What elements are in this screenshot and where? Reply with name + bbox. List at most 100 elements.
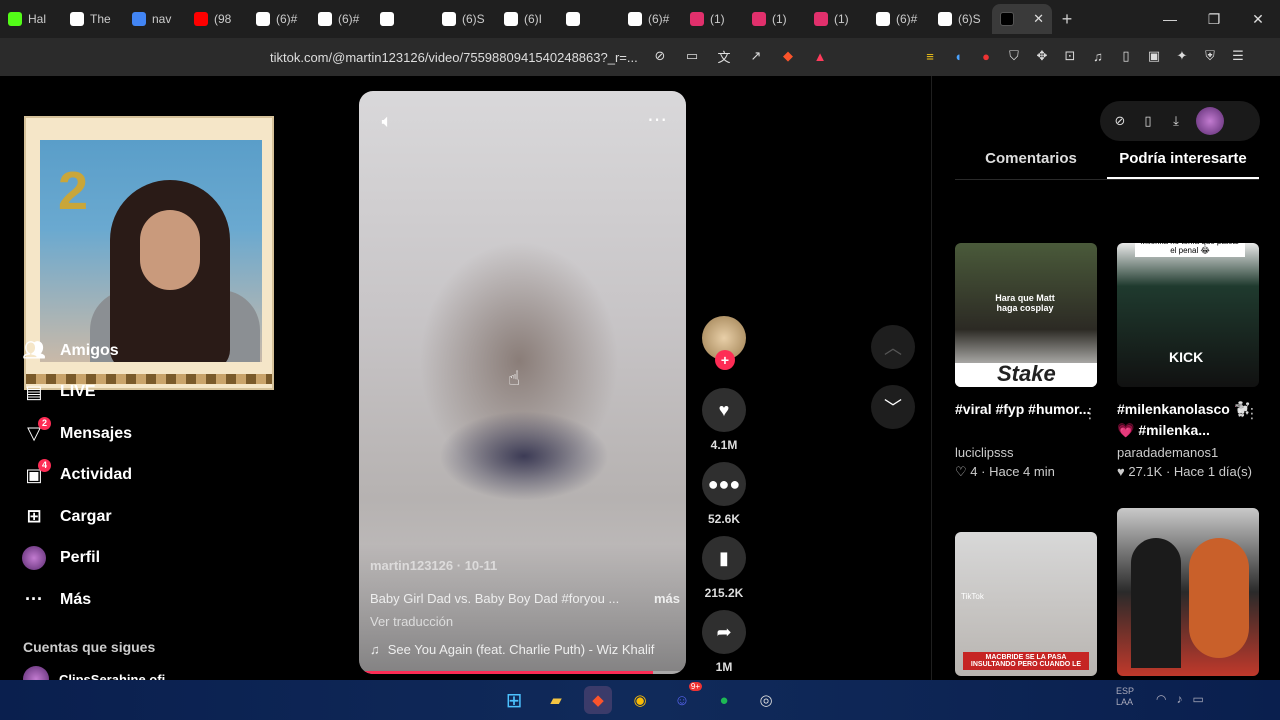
- discord-icon[interactable]: ☺ 9+: [668, 682, 702, 714]
- share-icon[interactable]: ↗: [748, 48, 764, 64]
- browser-tab[interactable]: Hal: [0, 4, 62, 34]
- video-player[interactable]: 🔈︎ ⋯ martin123126 · 10-11 Baby Girl Dad …: [359, 91, 686, 674]
- audio-extension-icon[interactable]: ◖: [950, 48, 966, 64]
- brave-icon[interactable]: ◆: [584, 686, 612, 714]
- video-author-line[interactable]: martin123126 · 10-11: [370, 558, 497, 573]
- obs-icon[interactable]: ◎: [752, 686, 780, 714]
- windows-start-icon[interactable]: ⊞: [500, 686, 528, 714]
- spotify-icon[interactable]: ●: [710, 686, 738, 714]
- extension-icon[interactable]: ≡: [922, 48, 938, 64]
- video-username[interactable]: paradademanos1: [1117, 445, 1259, 460]
- volume-icon[interactable]: 🔈︎: [379, 111, 395, 131]
- browser-tab[interactable]: (6)#: [248, 4, 310, 34]
- address-bar: tiktok.com/@martin123126/video/755988094…: [0, 38, 1280, 76]
- previous-video-button[interactable]: ︿: [871, 325, 915, 369]
- brave-shields-icon[interactable]: ◆: [780, 48, 796, 64]
- card-more-icon[interactable]: ⋮: [1083, 405, 1097, 422]
- save-button[interactable]: ▮: [702, 536, 746, 580]
- tab-active-tiktok[interactable]: ✕: [992, 4, 1052, 34]
- video-title[interactable]: #milenkanolasco 🐩 💗 #milenka...: [1117, 399, 1259, 439]
- share-button[interactable]: ➦: [702, 610, 746, 654]
- browser-tab[interactable]: nav: [124, 4, 186, 34]
- puzzle-icon[interactable]: ✥: [1034, 48, 1050, 64]
- close-window-button[interactable]: ✕: [1236, 11, 1280, 28]
- battery-icon[interactable]: ▭: [1192, 692, 1203, 706]
- creator-avatar[interactable]: +: [702, 316, 746, 370]
- browser-tab[interactable]: (6)#: [310, 4, 372, 34]
- new-tab-button[interactable]: +: [1052, 9, 1082, 30]
- browser-tab[interactable]: (1): [744, 4, 806, 34]
- sidebar-item-live[interactable]: ▤ LIVE: [22, 372, 132, 414]
- caption-more-link[interactable]: más: [654, 591, 680, 606]
- next-video-button[interactable]: ﹀: [871, 385, 915, 429]
- file-explorer-icon[interactable]: ▰: [542, 686, 570, 714]
- browser-tab[interactable]: (6)S: [930, 4, 992, 34]
- user-avatar[interactable]: [1196, 107, 1224, 135]
- suggested-video-card[interactable]: Milenka no tenía que patear el penal 😂 K…: [1117, 243, 1259, 479]
- browser-tab[interactable]: The: [62, 4, 124, 34]
- video-music[interactable]: ♫ See You Again (feat. Charlie Puth) - W…: [370, 642, 675, 657]
- browser-tab[interactable]: [558, 4, 620, 34]
- suggested-video-card[interactable]: TikTok MACBRIDE SE LA PASA INSULTANDO PE…: [955, 532, 1097, 676]
- more-options-icon[interactable]: ⋯: [647, 107, 667, 132]
- sidebar-item-cargar[interactable]: ⊞ Cargar: [22, 496, 132, 538]
- vpn-icon[interactable]: ⛨: [1202, 48, 1218, 64]
- video-thumbnail[interactable]: Milenka no tenía que patear el penal 😂 K…: [1117, 243, 1259, 387]
- like-button[interactable]: ♥: [702, 388, 746, 432]
- browser-tab[interactable]: (6)#: [620, 4, 682, 34]
- screenshot-icon[interactable]: ⊡: [1062, 48, 1078, 64]
- tab-suggested[interactable]: Podría interesarte: [1107, 150, 1259, 179]
- sidebar-item-amigos[interactable]: 👥︎ Amigos: [22, 330, 132, 372]
- chrome-icon[interactable]: ◉: [626, 686, 654, 714]
- shield-extension-icon[interactable]: ⛉: [1006, 48, 1022, 64]
- sidebar-toggle-icon[interactable]: ▯: [1118, 48, 1134, 64]
- wifi-icon[interactable]: ◠: [1156, 692, 1166, 706]
- translate-link[interactable]: Ver traducción: [370, 614, 453, 629]
- tab-comments[interactable]: Comentarios: [955, 150, 1107, 179]
- phone-icon[interactable]: ▯: [1140, 113, 1156, 129]
- music-icon[interactable]: ♫: [1090, 48, 1106, 64]
- cast-icon[interactable]: ▭: [684, 48, 700, 64]
- browser-tab[interactable]: (1): [682, 4, 744, 34]
- sidebar-item-mensajes[interactable]: ▽ 2 Mensajes: [22, 413, 132, 455]
- browser-tab[interactable]: (1): [806, 4, 868, 34]
- language-indicator[interactable]: ESP LAA: [1116, 686, 1134, 708]
- wallet-icon[interactable]: ▣: [1146, 48, 1162, 64]
- leo-ai-icon[interactable]: ✦: [1174, 48, 1190, 64]
- suggested-video-card[interactable]: [1117, 508, 1259, 676]
- video-title[interactable]: #viral #fyp #humor...: [955, 399, 1097, 439]
- sidebar-item-actividad[interactable]: ▣ 4 Actividad: [22, 455, 132, 497]
- card-more-icon[interactable]: ⋮: [1245, 405, 1259, 422]
- download-icon[interactable]: ⤓: [1168, 113, 1184, 129]
- tab-label: (6)I: [524, 12, 542, 26]
- video-time: Hace 4 min: [989, 464, 1055, 479]
- translate-icon[interactable]: 文: [716, 48, 732, 65]
- minimize-button[interactable]: —: [1148, 11, 1192, 28]
- menu-icon[interactable]: ☰: [1230, 48, 1246, 64]
- tab-label: (98: [214, 12, 232, 26]
- video-thumbnail[interactable]: TikTok MACBRIDE SE LA PASA INSULTANDO PE…: [955, 532, 1097, 676]
- video-progress-bar[interactable]: [359, 671, 686, 674]
- discover-icon[interactable]: ⊘: [1112, 113, 1128, 129]
- follow-plus-icon[interactable]: +: [715, 350, 735, 370]
- video-likes: 4: [970, 464, 978, 479]
- browser-tab[interactable]: (98: [186, 4, 248, 34]
- speaker-icon[interactable]: ♪: [1176, 692, 1182, 706]
- tracking-off-icon[interactable]: ⊘: [652, 48, 668, 64]
- close-tab-icon[interactable]: ✕: [1033, 11, 1044, 27]
- browser-tab[interactable]: (6)#: [868, 4, 930, 34]
- adblock-extension-icon[interactable]: ●: [978, 48, 994, 64]
- sidebar-item-perfil[interactable]: Perfil: [22, 538, 132, 580]
- maximize-button[interactable]: ❐: [1192, 11, 1236, 28]
- browser-tab[interactable]: (6)I: [496, 4, 558, 34]
- browser-tab[interactable]: [372, 4, 434, 34]
- video-thumbnail[interactable]: Hara que Matt haga cosplay Stake: [955, 243, 1097, 387]
- sidebar-item-más[interactable]: ··· Más: [22, 579, 132, 621]
- video-thumbnail[interactable]: [1117, 508, 1259, 676]
- brave-rewards-icon[interactable]: ▲: [812, 48, 828, 64]
- comment-button[interactable]: ●●●: [702, 462, 746, 506]
- suggested-video-card[interactable]: Hara que Matt haga cosplay Stake #viral …: [955, 243, 1097, 480]
- chevron-down-icon: ﹀: [884, 398, 902, 418]
- browser-tab[interactable]: (6)S: [434, 4, 496, 34]
- video-username[interactable]: luciclipsss: [955, 445, 1097, 460]
